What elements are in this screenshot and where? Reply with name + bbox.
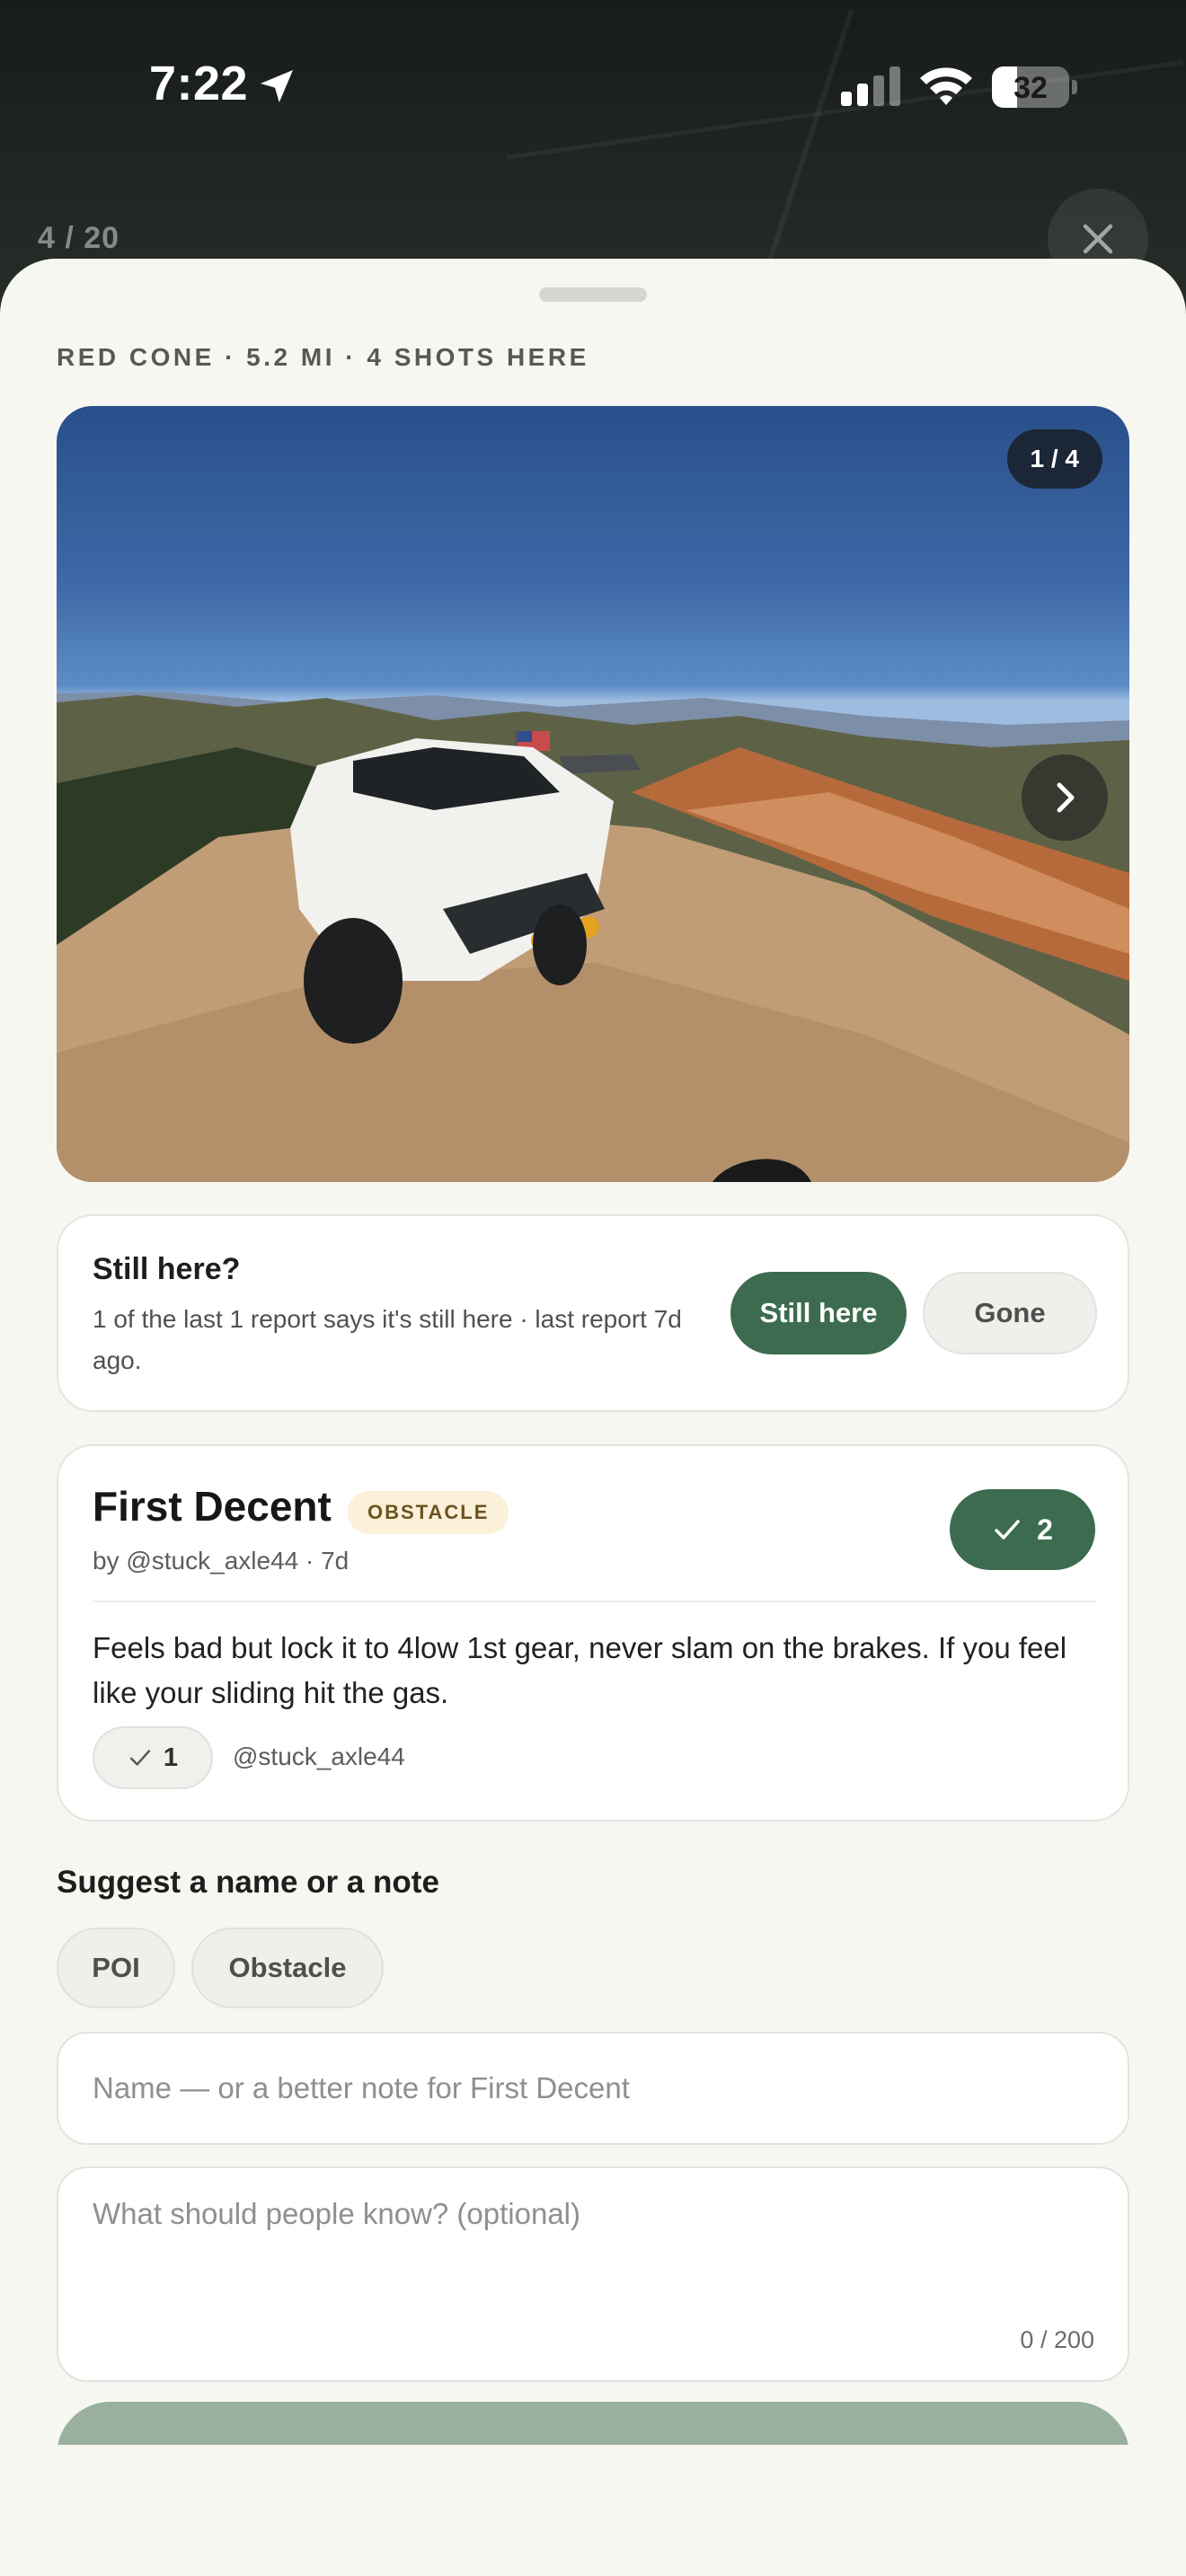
detail-sheet: RED CONE · 5.2 MI · 4 SHOTS HERE 1 / 4 S… [0, 259, 1186, 2576]
confirm-vote-count: 2 [1037, 1513, 1053, 1546]
photo-index-badge: 1 / 4 [1006, 429, 1102, 489]
char-count: 0 / 200 [1020, 2326, 1094, 2353]
check-icon [995, 1520, 1020, 1539]
gone-button[interactable]: Gone [923, 1272, 1097, 1354]
status-time: 7:22 [149, 57, 249, 110]
check-icon [129, 1750, 151, 1766]
cellular-signal-icon [841, 66, 900, 106]
comment-vote-button[interactable]: 1 [93, 1726, 213, 1789]
chip-obstacle[interactable]: Obstacle [191, 1928, 384, 2008]
still-here-title: Still here? [93, 1252, 241, 1286]
suggest-title: Suggest a name or a note [57, 1865, 439, 1900]
battery-indicator: 32 [992, 66, 1078, 108]
spot-eyebrow: RED CONE · 5.2 MI · 4 SHOTS HERE [57, 343, 589, 371]
wifi-icon [920, 67, 972, 105]
note-card: First Decent OBSTACLE by @stuck_axle44 ·… [57, 1444, 1129, 1822]
still-here-summary: 1 of the last 1 report says it's still h… [93, 1305, 682, 1374]
note-byline: by @stuck_axle44 · 7d [93, 1547, 350, 1575]
note-body: Feels bad but lock it to 4low 1st gear, … [93, 1631, 1067, 1709]
note-type-tag: OBSTACLE [348, 1491, 509, 1534]
note-title: First Decent [93, 1483, 332, 1530]
note-divider [93, 1601, 1095, 1602]
status-bar: 7:22 32 [0, 0, 1186, 171]
close-icon [1083, 224, 1113, 254]
location-arrow-icon [261, 70, 293, 102]
chevron-right-icon [1057, 782, 1075, 813]
still-here-card: Still here? 1 of the last 1 report says … [57, 1214, 1129, 1412]
confirm-vote-button[interactable]: 2 [950, 1489, 1095, 1570]
still-here-button[interactable]: Still here [730, 1272, 907, 1354]
comment-vote-count: 1 [163, 1742, 179, 1772]
battery-percent: 32 [1013, 71, 1048, 105]
photo-counter: 4 / 20 [38, 221, 120, 255]
comment-author: @stuck_axle44 [233, 1742, 405, 1770]
note-textarea[interactable] [57, 2166, 1129, 2382]
next-photo-button[interactable] [1022, 754, 1108, 841]
chip-poi[interactable]: POI [57, 1928, 175, 2008]
sheet-bottom-fade [0, 2445, 1186, 2576]
photo-scene [57, 692, 1129, 1182]
spot-photo[interactable]: 1 / 4 [57, 406, 1129, 1182]
sheet-grabber[interactable] [539, 287, 647, 302]
name-input[interactable] [57, 2032, 1129, 2145]
